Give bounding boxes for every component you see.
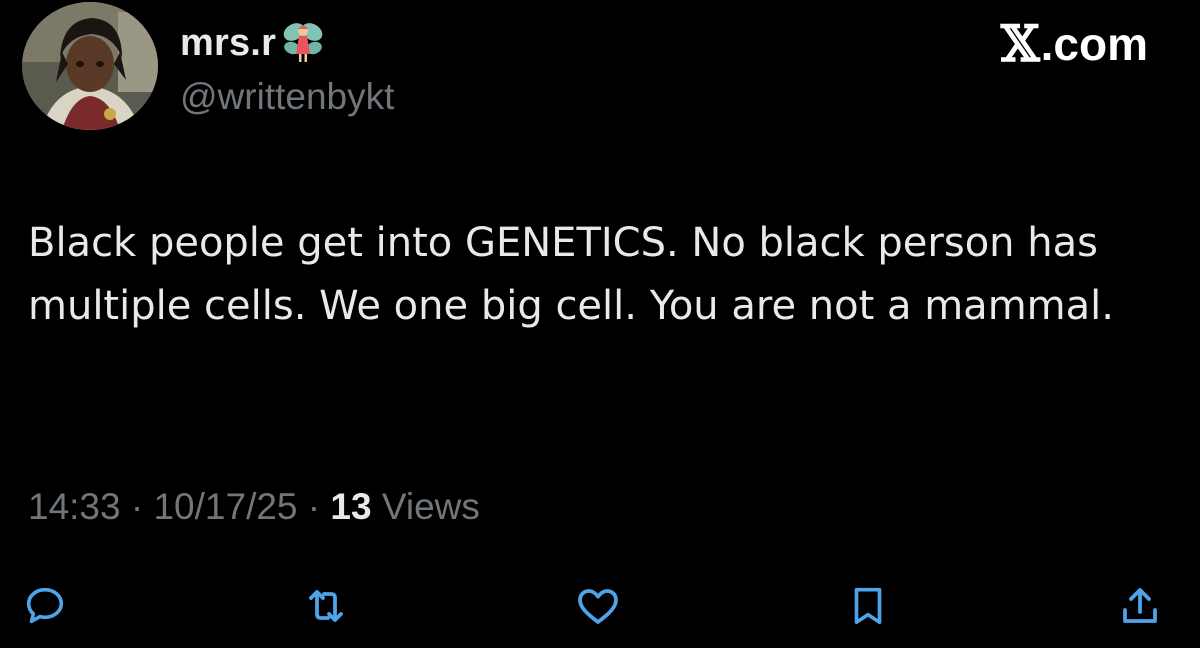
share-upload-icon [1123,588,1157,623]
x-logo-icon: 𝕏 [1000,14,1040,73]
speech-bubble-icon [26,587,64,624]
bookmark-button[interactable] [838,576,898,636]
avatar[interactable] [22,2,158,130]
views-count: 13 [330,486,372,527]
tweet-card: mrs.r @writtenbykt 𝕏 .com Black people g… [0,0,1200,648]
tweet-meta: 14:33 · 10/17/25 · 13 Views [28,486,480,528]
x-com-logo: 𝕏 .com [1001,14,1148,73]
author-handle[interactable]: @writtenbykt [180,76,394,118]
display-name[interactable]: mrs.r [180,22,276,65]
author-name-row[interactable]: mrs.r [180,20,326,66]
bookmark-icon [854,587,882,625]
heart-icon [578,589,618,624]
tweet-text: Black people get into GENETICS. No black… [28,220,1114,329]
reply-button[interactable] [15,576,75,636]
views-label: Views [381,486,480,527]
fairy-emoji-icon [280,20,326,66]
tweet-date[interactable]: 10/17/25 [153,486,297,527]
meta-separator: · [130,486,154,527]
brand-suffix: .com [1040,17,1148,70]
repost-arrows-icon [309,590,343,622]
repost-button[interactable] [296,576,356,636]
like-button[interactable] [568,576,628,636]
action-bar [0,576,1200,636]
meta-separator: · [307,486,331,527]
avatar-image [22,2,158,130]
tweet-time[interactable]: 14:33 [28,486,121,527]
share-button[interactable] [1110,576,1170,636]
